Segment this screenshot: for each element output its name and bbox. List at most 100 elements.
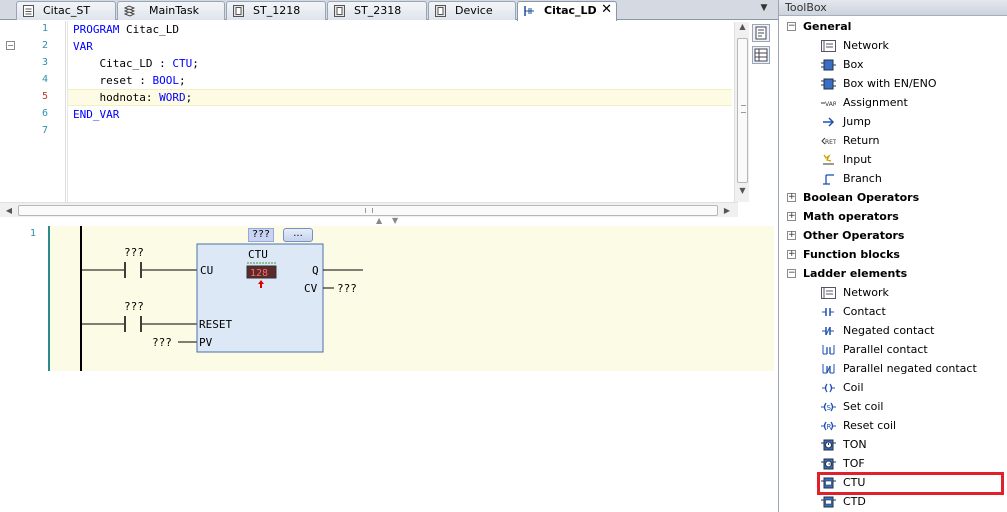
- toolbox-item-jump[interactable]: Jump: [779, 112, 1007, 131]
- tab-device[interactable]: Device: [428, 1, 516, 20]
- tab-citac-st[interactable]: Citac_ST: [16, 1, 116, 20]
- toolbox-item-box[interactable]: Box: [779, 55, 1007, 74]
- category-general[interactable]: − General: [779, 17, 1007, 36]
- code-line-5[interactable]: hodnota: WORD;: [73, 91, 192, 104]
- expand-icon[interactable]: +: [787, 231, 796, 240]
- line-number: 3: [41, 57, 48, 68]
- tab-st-2318[interactable]: ST_2318: [327, 1, 427, 20]
- toolbox-item-box-en-eno[interactable]: Box with EN/ENO: [779, 74, 1007, 93]
- input-assistant-button[interactable]: ...: [283, 228, 313, 242]
- item-label: TOF: [843, 457, 865, 470]
- block-type: CTU: [248, 248, 268, 261]
- ladder-editor[interactable]: 1 ??? ??? ??? CTU 128 CU RESET PV Q CV ?…: [0, 226, 774, 512]
- item-label: TON: [843, 438, 867, 451]
- scroll-left-icon[interactable]: ◀: [2, 203, 16, 218]
- contact-icon: [822, 308, 834, 316]
- input-pv-label: PV: [199, 336, 213, 349]
- keyword: VAR: [73, 40, 93, 53]
- input-icon: [823, 154, 834, 165]
- input-reset-label: RESET: [199, 318, 232, 331]
- toolbox-item-coil[interactable]: Coil: [779, 378, 1007, 397]
- category-ladder-elements[interactable]: − Ladder elements: [779, 264, 1007, 283]
- category-boolean-operators[interactable]: + Boolean Operators: [779, 188, 1007, 207]
- toolbox-item-assignment[interactable]: VAR Assignment: [779, 93, 1007, 112]
- toolbox-item-parallel-contact[interactable]: Parallel contact: [779, 340, 1007, 359]
- fold-guide: [65, 21, 66, 202]
- keyword: END_VAR: [73, 108, 120, 121]
- toolbox-item-ladder-network[interactable]: Network: [779, 283, 1007, 302]
- code-line-2[interactable]: VAR: [73, 40, 93, 53]
- code-line-1[interactable]: PROGRAM Citac_LD: [73, 23, 179, 36]
- line-number-gutter: 1 2 3 4 5 6 7 −: [0, 21, 68, 202]
- scroll-right-icon[interactable]: ▶: [720, 203, 734, 218]
- network-icon: [821, 287, 836, 299]
- editor-splitter[interactable]: ▲ ▼: [0, 216, 774, 226]
- tabular-view-button[interactable]: [752, 46, 770, 64]
- toolbox-item-return[interactable]: RET Return: [779, 131, 1007, 150]
- toolbox-item-contact[interactable]: Contact: [779, 302, 1007, 321]
- close-tab-icon[interactable]: ✕: [601, 2, 612, 17]
- collapse-icon[interactable]: −: [787, 269, 796, 278]
- code-line-3[interactable]: Citac_LD : CTU;: [73, 57, 198, 70]
- tab-citac-ld[interactable]: Citac_LD ✕: [517, 1, 617, 21]
- toolbox-item-set-coil[interactable]: S Set coil: [779, 397, 1007, 416]
- textual-view-button[interactable]: [752, 24, 770, 42]
- declaration-editor[interactable]: 1 2 3 4 5 6 7 − PROGRAM Citac_LD VAR Cit…: [0, 21, 774, 202]
- declaration-vertical-scrollbar[interactable]: ▲ ▼: [734, 22, 749, 202]
- tof-icon: [821, 458, 836, 470]
- toolbox-panel: ToolBox − General Network Box Box with E…: [778, 0, 1007, 512]
- input-cu-label: CU: [200, 264, 213, 277]
- item-label: Box with EN/ENO: [843, 77, 937, 90]
- tab-list-dropdown-icon[interactable]: ▼: [757, 3, 771, 17]
- document-icon: [23, 5, 34, 17]
- toolbox-item-reset-coil[interactable]: R Reset coil: [779, 416, 1007, 435]
- scroll-thumb[interactable]: [737, 38, 748, 183]
- code-line-6[interactable]: END_VAR: [73, 108, 119, 121]
- collapse-up-icon[interactable]: ▲: [376, 216, 382, 225]
- item-label: Box: [843, 58, 864, 71]
- fold-toggle-icon[interactable]: −: [6, 41, 15, 50]
- pv-value: ???: [152, 336, 172, 349]
- tab-label: Device: [455, 4, 493, 17]
- item-label: Jump: [843, 115, 871, 128]
- scroll-thumb[interactable]: [18, 205, 718, 216]
- tab-maintask[interactable]: MainTask: [117, 1, 225, 20]
- toolbox-item-input[interactable]: Input: [779, 150, 1007, 169]
- scroll-up-icon[interactable]: ▲: [735, 22, 750, 36]
- toolbox-item-network[interactable]: Network: [779, 36, 1007, 55]
- expand-icon[interactable]: +: [787, 212, 796, 221]
- type-name: CTU: [172, 57, 193, 70]
- tab-st-1218[interactable]: ST_1218: [226, 1, 326, 20]
- view-toggle-group: [751, 22, 773, 68]
- parallel-negated-contact-icon: [822, 364, 835, 374]
- expand-icon[interactable]: +: [787, 250, 796, 259]
- toolbox-item-parallel-negated-contact[interactable]: Parallel negated contact: [779, 359, 1007, 378]
- pou-icon: [233, 5, 244, 17]
- line-number-current: 5: [41, 91, 48, 102]
- toolbox-item-negated-contact[interactable]: Negated contact: [779, 321, 1007, 340]
- identifier: Citac_LD: [119, 23, 179, 36]
- type-name: WORD: [159, 91, 186, 104]
- declaration-horizontal-scrollbar[interactable]: ◀ ▶: [0, 202, 738, 217]
- identifier: Citac_LD :: [73, 57, 173, 70]
- category-other-operators[interactable]: + Other Operators: [779, 226, 1007, 245]
- code-line-4[interactable]: reset : BOOL;: [73, 74, 185, 87]
- ladder-icon: [524, 6, 534, 16]
- toolbox-item-tof[interactable]: TOF: [779, 454, 1007, 473]
- category-label: Ladder elements: [803, 267, 908, 280]
- toolbox-title: ToolBox: [779, 0, 1007, 16]
- coil-icon: [822, 383, 835, 393]
- box-icon: [821, 59, 836, 71]
- keyword: PROGRAM: [73, 23, 120, 36]
- expand-icon[interactable]: +: [787, 193, 796, 202]
- block-instance-name[interactable]: ???: [248, 228, 274, 242]
- category-function-blocks[interactable]: + Function blocks: [779, 245, 1007, 264]
- item-label: Contact: [843, 305, 886, 318]
- category-math-operators[interactable]: + Math operators: [779, 207, 1007, 226]
- toolbox-item-branch[interactable]: Branch: [779, 169, 1007, 188]
- toolbox-item-ton[interactable]: TON: [779, 435, 1007, 454]
- category-label: Boolean Operators: [803, 191, 920, 204]
- collapse-down-icon[interactable]: ▼: [392, 216, 398, 225]
- scroll-down-icon[interactable]: ▼: [735, 186, 750, 200]
- collapse-icon[interactable]: −: [787, 22, 796, 31]
